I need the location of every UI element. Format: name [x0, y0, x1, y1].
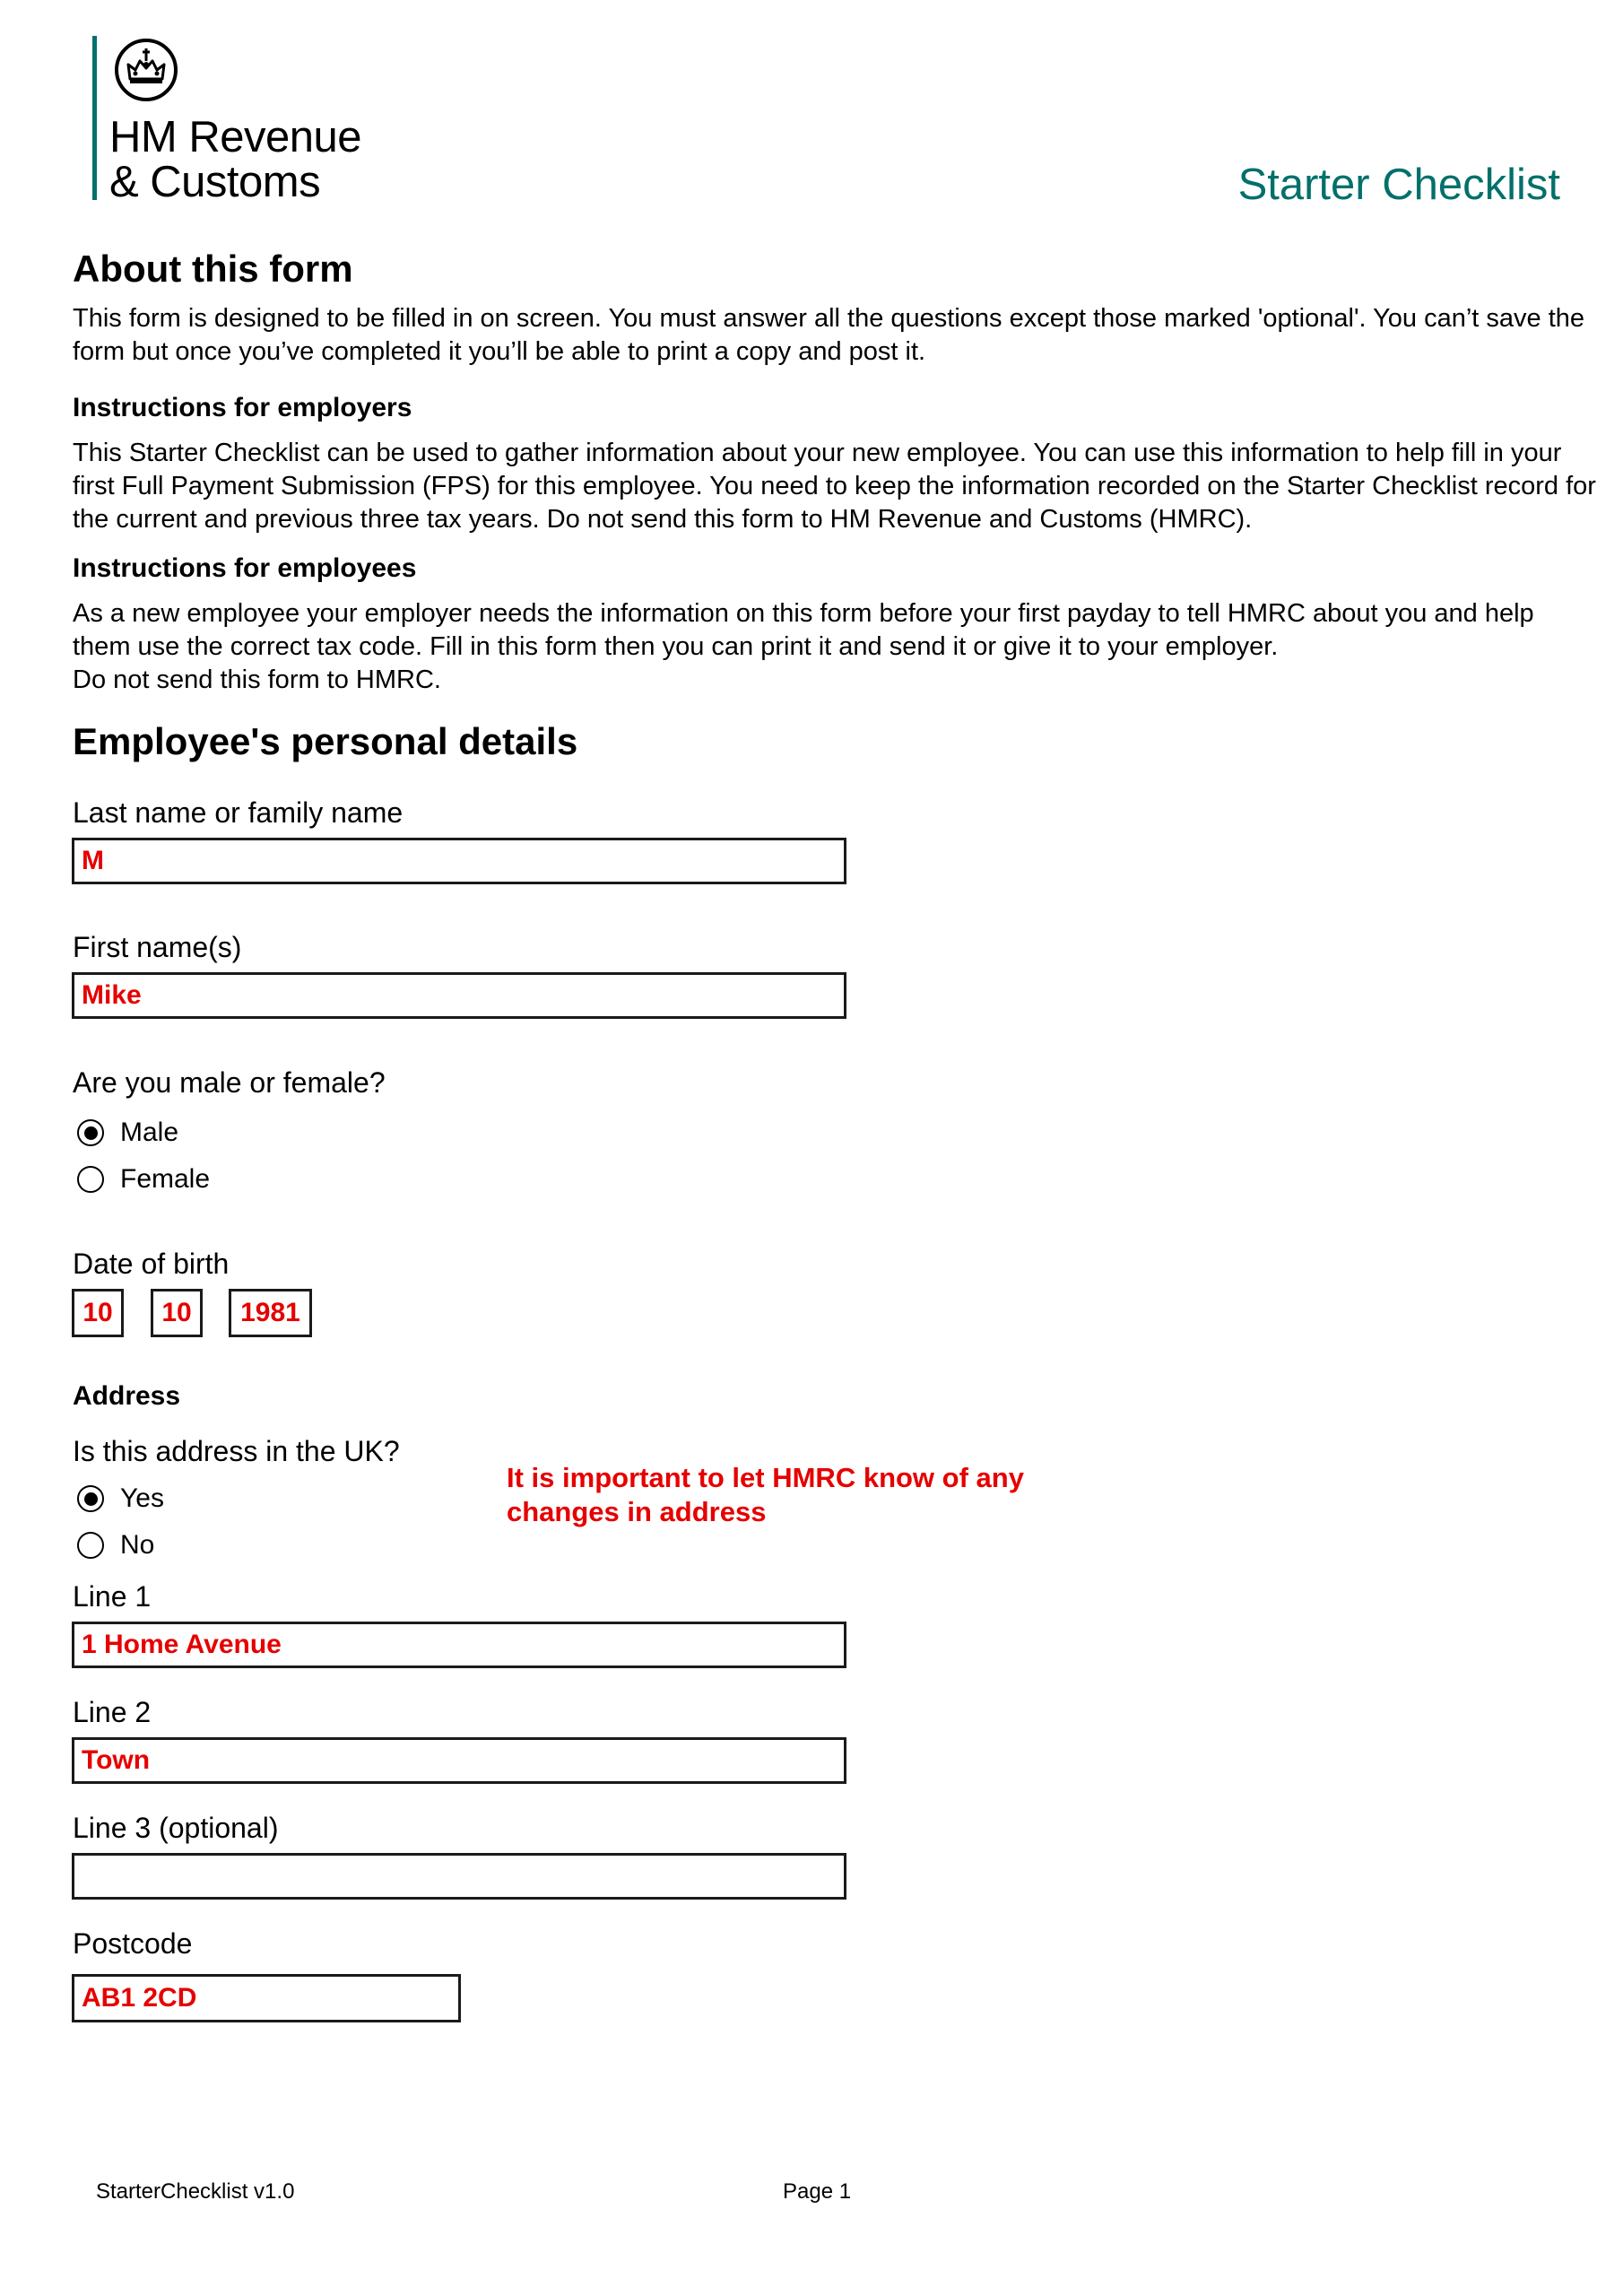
address-change-note: It is important to let HMRC know of any … [507, 1462, 1024, 1527]
radio-yes[interactable]: Yes [77, 1483, 164, 1514]
logo-accent-bar [92, 36, 97, 200]
address-line1-field[interactable]: 1 Home Avenue [72, 1622, 846, 1668]
last-name-field[interactable]: M [72, 838, 846, 884]
radio-female[interactable]: Female [77, 1164, 210, 1195]
radio-male[interactable]: Male [77, 1118, 178, 1148]
dob-day-field[interactable]: 10 [72, 1289, 124, 1337]
address-line3-field[interactable] [72, 1853, 846, 1900]
address-heading: Address [73, 1381, 181, 1411]
address-line2-field[interactable]: Town [72, 1737, 846, 1784]
employers-heading: Instructions for employers [73, 393, 412, 422]
dob-month-field[interactable]: 10 [151, 1289, 203, 1337]
page-number: Page 1 [783, 2179, 852, 2204]
form-version: StarterChecklist v1.0 [96, 2179, 295, 2204]
employees-text-line-1: As a new employee your employer needs th… [73, 599, 1534, 661]
gender-question: Are you male or female? [73, 1066, 386, 1099]
radio-unselected-icon[interactable] [77, 1532, 104, 1559]
radio-female-label: Female [120, 1164, 211, 1194]
employees-heading: Instructions for employees [73, 553, 417, 583]
personal-details-heading: Employee's personal details [73, 720, 578, 762]
document-title: Starter Checklist [1237, 161, 1560, 209]
first-name-field[interactable]: Mike [72, 972, 846, 1019]
dob-label: Date of birth [73, 1248, 230, 1280]
employees-text-line-2: Do not send this form to HMRC. [73, 665, 441, 694]
address-line3-label: Line 3 (optional) [73, 1812, 279, 1844]
uk-address-question: Is this address in the UK? [73, 1435, 400, 1467]
postcode-field[interactable]: AB1 2CD [72, 1974, 461, 2022]
radio-yes-label: Yes [120, 1483, 164, 1513]
radio-no-label: No [120, 1530, 155, 1560]
radio-no[interactable]: No [77, 1530, 154, 1561]
logo-line-1: HM Revenue [109, 113, 361, 161]
last-name-label: Last name or family name [73, 796, 404, 829]
employers-text: This Starter Checklist can be used to ga… [73, 439, 1596, 534]
radio-unselected-icon[interactable] [77, 1166, 104, 1193]
employees-text: As a new employee your employer needs th… [73, 597, 1597, 697]
about-heading: About this form [73, 248, 353, 290]
logo-line-2: & Customs [109, 158, 321, 206]
crown-crest-icon [115, 39, 178, 101]
radio-selected-icon[interactable] [77, 1485, 104, 1512]
about-text: This form is designed to be filled in on… [73, 304, 1585, 366]
dob-year-field[interactable]: 1981 [229, 1289, 312, 1337]
address-line1-label: Line 1 [73, 1580, 152, 1613]
radio-selected-icon[interactable] [77, 1119, 104, 1146]
hmrc-logo-text: HM Revenue & Customs [109, 115, 361, 204]
radio-male-label: Male [120, 1118, 179, 1147]
address-line2-label: Line 2 [73, 1696, 152, 1728]
postcode-label: Postcode [73, 1927, 193, 1960]
first-name-label: First name(s) [73, 931, 242, 963]
